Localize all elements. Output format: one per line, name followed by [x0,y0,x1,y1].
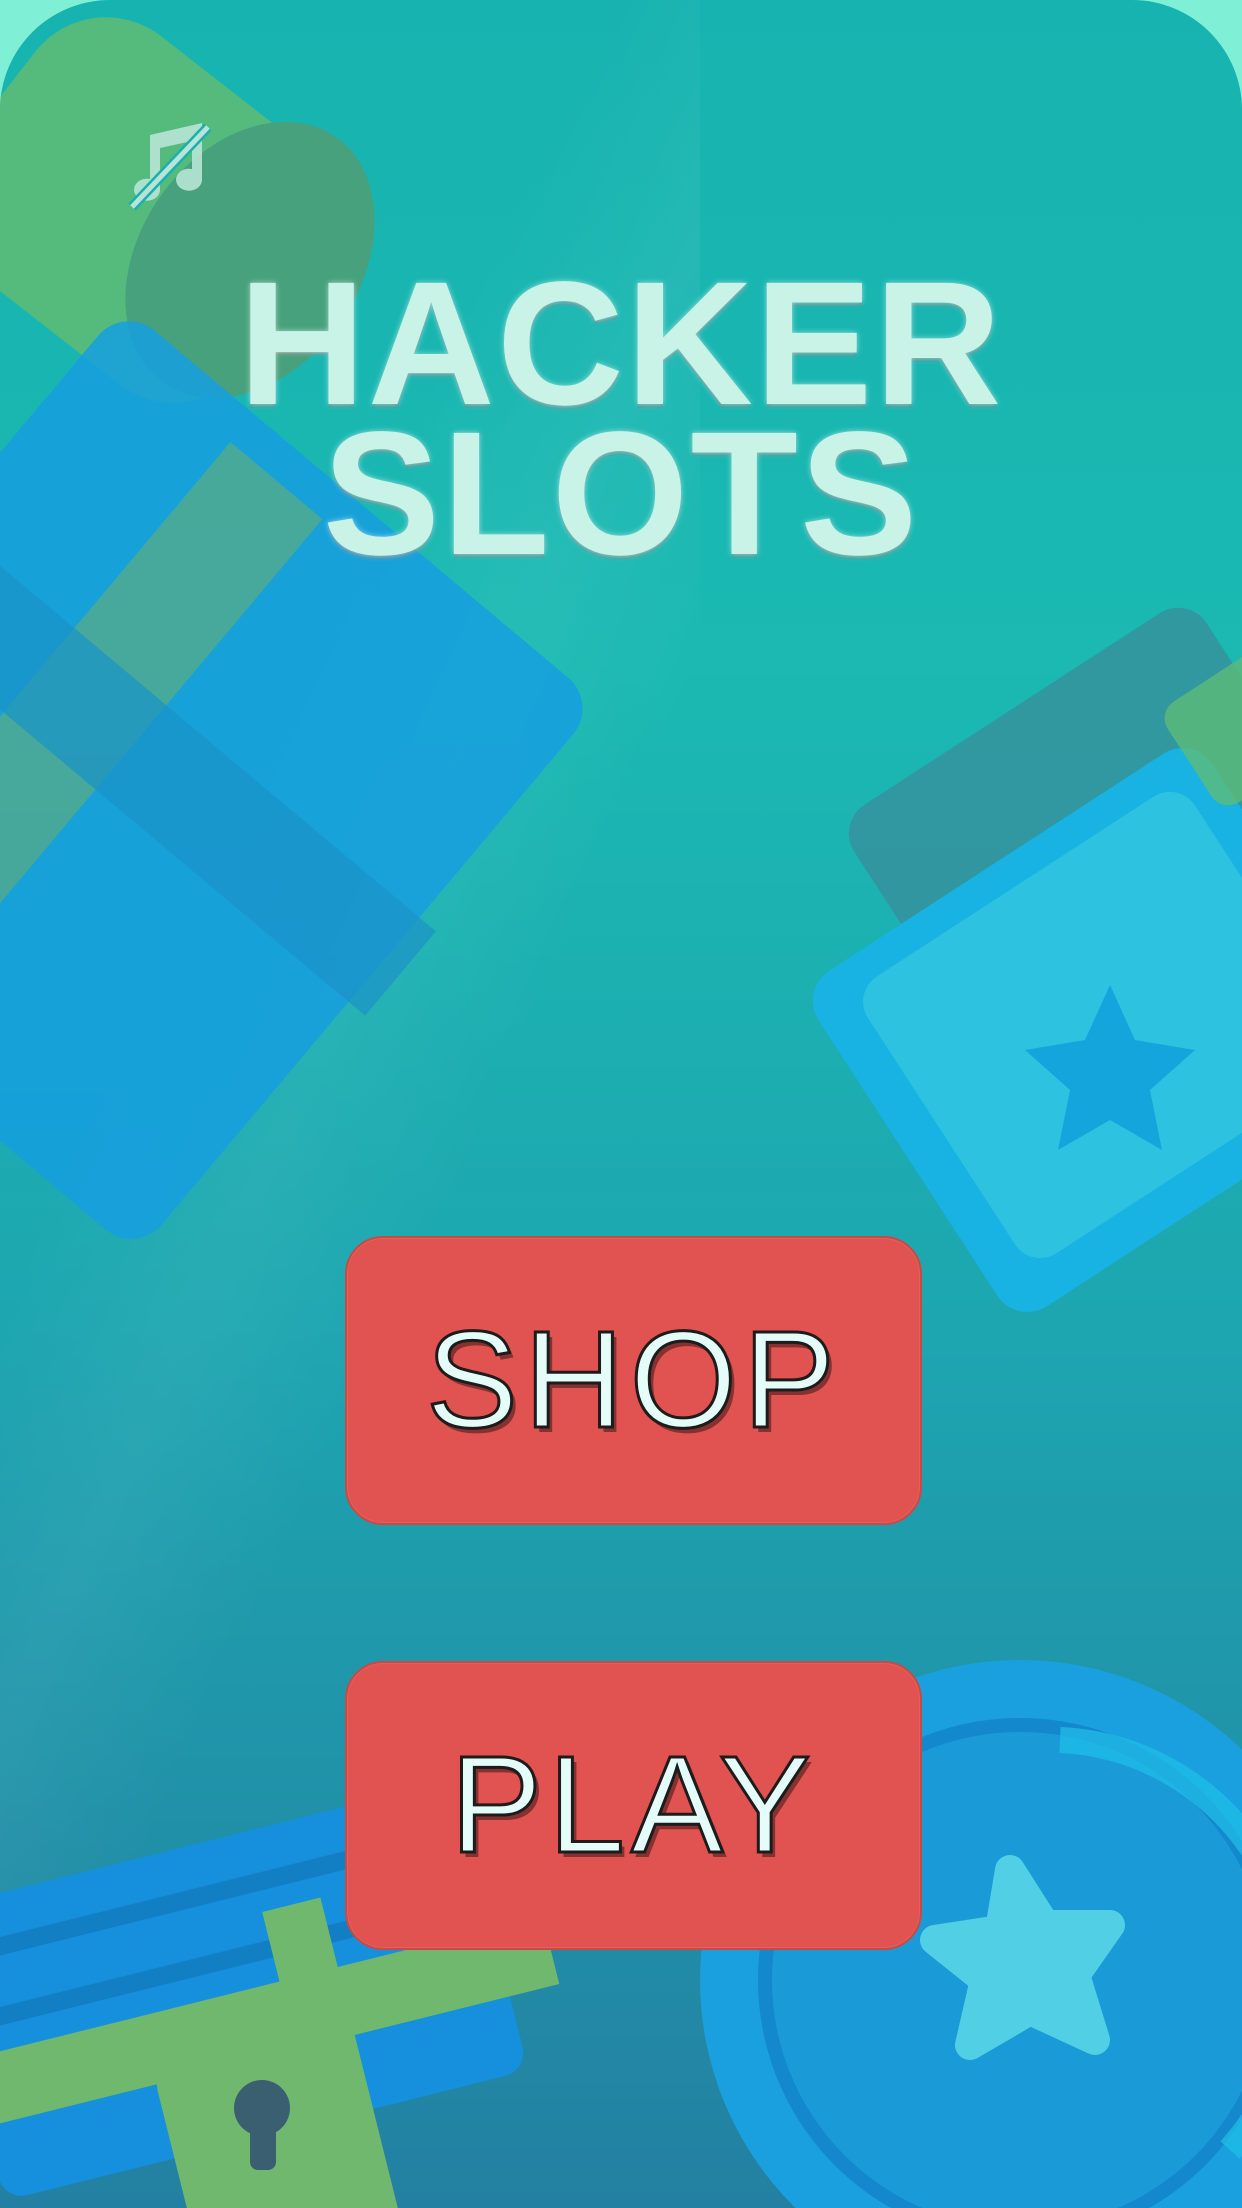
shop-button-label: SHOP [424,1302,842,1459]
main-menu-screen: HACKER SLOTS SHOP PLAY [0,0,1242,2208]
ticket-decoration [812,607,1242,1312]
title-line-2: SLOTS [322,395,920,592]
play-button-label: PLAY [449,1727,817,1884]
game-title: HACKER SLOTS [0,256,1242,592]
shop-button[interactable]: SHOP [345,1236,922,1525]
music-toggle-button[interactable] [120,115,220,215]
play-button[interactable]: PLAY [345,1661,922,1950]
music-off-icon [128,123,212,211]
